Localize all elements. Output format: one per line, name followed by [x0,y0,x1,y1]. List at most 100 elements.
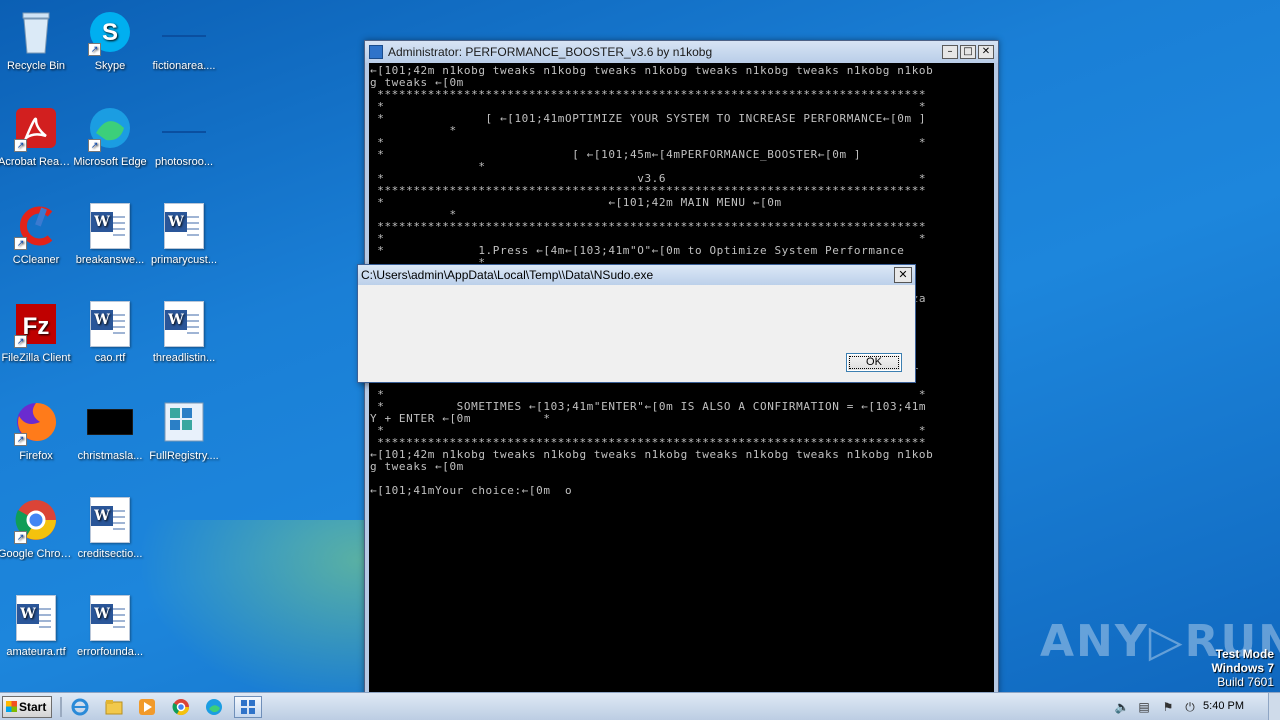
shortcut-arrow-icon: ↗ [88,43,101,56]
taskbar-separator [60,697,62,717]
desktop-icon-label: Acrobat Reader DC [0,156,76,168]
edge-taskbar-button[interactable] [200,696,228,718]
edge-icon [206,699,222,715]
word-doc-icon: W [160,300,208,348]
network-icon[interactable]: ▤ [1136,699,1152,715]
dialog-ok-button[interactable]: OK [846,353,902,372]
volume-icon[interactable]: 🔈 [1114,699,1130,715]
recycle-bin-icon [12,8,60,56]
shortcut-arrow-icon: ↗ [14,531,27,544]
word-doc-icon: W [160,202,208,250]
console-taskbar-button[interactable] [234,696,262,718]
edge-icon: ↗ [86,104,134,152]
desktop-icon[interactable]: S ↗ Skype [70,8,150,73]
console-titlebar[interactable]: Administrator: PERFORMANCE_BOOSTER_v3.6 … [365,41,998,63]
start-label: Start [19,700,47,714]
desktop-icon-label: cao.rtf [94,352,126,364]
chrome-icon [172,699,190,716]
desktop-icon[interactable]: ↗ Acrobat Reader DC [0,104,76,169]
test-mode-notice: Test Mode Windows 7 Build 7601 [1211,647,1274,689]
desktop-icon[interactable]: Wcreditsectio... [70,496,150,561]
close-button[interactable]: ✕ [978,45,994,59]
desktop-icon[interactable]: FullRegistry.... [144,398,224,463]
word-doc-icon: W [86,202,134,250]
clock[interactable]: 5:40 PM [1203,700,1244,712]
console-app-icon [369,45,383,59]
desktop-icon-label: fictionarea.... [152,60,216,72]
svg-text:S: S [102,19,118,46]
test-mode-line3: Build 7601 [1217,675,1274,689]
word-doc-icon: W [12,594,60,642]
media-player-icon [139,699,155,715]
desktop-icon[interactable]: Werrorfounda... [70,594,150,659]
desktop-icon-label: primarycust... [150,254,217,266]
desktop-icon-label: Microsoft Edge [73,156,147,168]
desktop-icon-label: errorfounda... [76,646,144,658]
ccleaner-icon: ↗ [12,202,60,250]
filezilla-icon: Fz ↗ [12,300,60,348]
desktop-icon[interactable]: Wbreakanswe... [70,202,150,267]
desktop-icon-label: FileZilla Client [1,352,71,364]
internet-explorer-icon [71,698,89,716]
nsudo-dialog[interactable]: C:\Users\admin\AppData\Local\Temp\\Data\… [357,264,916,383]
start-button[interactable]: Start [2,696,52,718]
test-mode-line1: Test Mode [1215,647,1274,661]
desktop-icon-label: photosroo... [154,156,214,168]
shortcut-arrow-icon: ↗ [14,139,27,152]
dialog-titlebar[interactable]: C:\Users\admin\AppData\Local\Temp\\Data\… [358,265,915,285]
explorer-taskbar-button[interactable] [100,696,128,718]
black-thumbnail-icon [86,398,134,446]
action-center-flag-icon[interactable]: ⚑ [1160,699,1176,715]
desktop-icon-label: FullRegistry.... [149,450,219,462]
console-line: ←[101;41mYour choice:←[0m o [370,484,573,497]
shortcut-arrow-icon: ↗ [14,433,27,446]
acrobat-icon: ↗ [12,104,60,152]
desktop-icon[interactable]: Wprimarycust... [144,202,224,267]
desktop-icon-label: Firefox [19,450,53,462]
desktop-icon[interactable]: christmasla... [70,398,150,463]
desktop-icon-label: breakanswe... [75,254,145,266]
console-app-icon [241,700,255,714]
desktop-icon[interactable]: fictionarea.... [144,8,224,73]
windows-flag-icon [6,701,17,712]
console-line: g tweaks ←[0m [370,460,464,473]
ie-taskbar-button[interactable] [66,696,94,718]
taskbar: Start 🔈 ▤ ⚑ ⏻ 5:40 PM [0,692,1280,720]
desktop-icon[interactable]: ↗ Firefox [0,398,76,463]
maximize-button[interactable]: □ [960,45,976,59]
dialog-title: C:\Users\admin\AppData\Local\Temp\\Data\… [361,268,654,282]
blank-file-icon [160,104,208,152]
desktop-icon-label: amateura.rtf [6,646,66,658]
desktop-icon[interactable]: Wthreadlistin... [144,300,224,365]
show-desktop-button[interactable] [1268,693,1280,720]
word-doc-icon: W [86,300,134,348]
skype-icon: S ↗ [86,8,134,56]
blank-file-icon [160,8,208,56]
desktop-icon-label: Google Chrome [0,548,76,560]
shortcut-arrow-icon: ↗ [88,139,101,152]
power-icon[interactable]: ⏻ [1182,699,1198,715]
chrome-taskbar-button[interactable] [167,696,195,718]
shortcut-arrow-icon: ↗ [14,237,27,250]
desktop-icon[interactable]: Fz ↗ FileZilla Client [0,300,76,365]
desktop-icon[interactable]: ↗ CCleaner [0,202,76,267]
desktop-icon[interactable]: Wcao.rtf [70,300,150,365]
desktop-icon[interactable]: Wamateura.rtf [0,594,76,659]
minimize-button[interactable]: – [942,45,958,59]
desktop-icon[interactable]: photosroo... [144,104,224,169]
media-player-taskbar-button[interactable] [133,696,161,718]
registry-icon [160,398,208,446]
desktop-icon[interactable]: ↗ Microsoft Edge [70,104,150,169]
desktop-icon-label: Recycle Bin [6,60,66,72]
dialog-close-button[interactable]: ✕ [894,267,912,283]
desktop-icon-label: threadlistin... [152,352,216,364]
test-mode-line2: Windows 7 [1211,661,1274,675]
desktop-icon[interactable]: ↗ Google Chrome [0,496,76,561]
desktop-icon[interactable]: Recycle Bin [0,8,76,73]
shortcut-arrow-icon: ↗ [14,335,27,348]
desktop-icon-label: CCleaner [12,254,60,266]
word-doc-icon: W [86,594,134,642]
desktop-icon-label: Skype [94,60,126,72]
console-title: Administrator: PERFORMANCE_BOOSTER_v3.6 … [388,45,713,59]
chrome-icon: ↗ [12,496,60,544]
